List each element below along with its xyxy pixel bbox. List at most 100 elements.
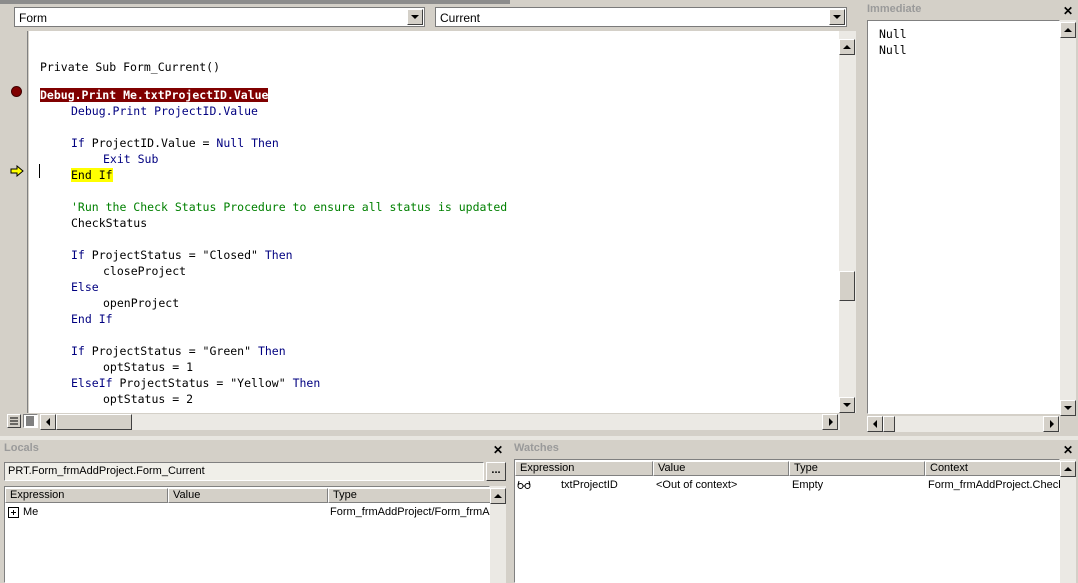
scroll-up-button[interactable] <box>839 39 855 55</box>
arrow-right-icon <box>1050 420 1054 428</box>
watches-col-context[interactable]: Context <box>925 461 1061 476</box>
code-line[interactable]: Private Sub Form_Current() <box>40 59 220 75</box>
immediate-title: Immediate <box>867 3 922 15</box>
code-line[interactable]: CheckStatus <box>71 215 147 231</box>
table-row[interactable]: txtProjectID <Out of context> Empty Form… <box>515 478 1061 493</box>
code-token: optStatus = 2 <box>103 392 194 406</box>
locals-grid: Expression Value Type Me Form_frmAddProj… <box>4 486 491 583</box>
table-row[interactable]: Me Form_frmAddProject/Form_frmAddProject <box>5 505 491 520</box>
code-line[interactable]: Debug.Print ProjectID.Value <box>71 103 258 119</box>
watches-row-context: Form_frmAddProject.CheckStatus <box>928 479 1061 491</box>
watches-row-expression: txtProjectID <box>561 479 618 491</box>
immediate-line: Null <box>879 43 907 57</box>
call-stack-button[interactable]: ... <box>486 462 506 481</box>
immediate-output: Null Null <box>879 26 907 58</box>
code-token: Then <box>251 136 279 150</box>
code-line[interactable]: optStatus = 2 <box>103 391 193 407</box>
object-combo-dropdown-button[interactable] <box>407 9 423 25</box>
scroll-up-button[interactable] <box>490 488 506 504</box>
arrow-up-icon <box>1064 28 1072 32</box>
locals-context-text: PRT.Form_frmAddProject.Form_Current <box>8 465 205 477</box>
scroll-left-button[interactable] <box>867 416 883 432</box>
watches-window: Watches ✕ Expression Value Type Context … <box>510 440 1078 583</box>
locals-vscrollbar[interactable] <box>490 486 506 583</box>
code-token: ProjectStatus = "Green" <box>84 344 258 358</box>
code-token: openProject <box>103 296 180 310</box>
code-hscrollbar[interactable] <box>40 414 840 430</box>
watch-glasses-icon <box>517 480 531 489</box>
scroll-up-button[interactable] <box>1060 22 1076 38</box>
code-line[interactable]: If ProjectStatus = "Closed" Then <box>71 247 293 263</box>
hscroll-thumb[interactable] <box>883 416 895 432</box>
locals-context-field: PRT.Form_frmAddProject.Form_Current <box>4 462 484 481</box>
code-vscrollbar[interactable] <box>839 31 856 413</box>
code-token: Debug.Print ProjectID.Value <box>71 104 258 118</box>
immediate-hscrollbar[interactable] <box>867 416 1060 432</box>
full-module-view-button[interactable] <box>23 414 38 428</box>
chevron-down-icon <box>411 15 419 19</box>
code-line[interactable]: End If <box>71 167 113 183</box>
hscroll-thumb[interactable] <box>56 414 132 430</box>
locals-close-button[interactable]: ✕ <box>492 444 504 456</box>
scroll-down-button[interactable] <box>839 397 855 413</box>
code-token: ElseIf <box>71 376 113 390</box>
scroll-left-button[interactable] <box>40 414 56 430</box>
watches-col-type[interactable]: Type <box>789 461 925 476</box>
object-combo-value: Form <box>19 11 47 25</box>
code-line[interactable]: openProject <box>103 295 179 311</box>
code-token: If <box>71 248 85 262</box>
code-line[interactable]: Exit Sub <box>103 151 158 167</box>
procedure-combo[interactable]: Current <box>435 7 847 27</box>
watches-col-value[interactable]: Value <box>653 461 789 476</box>
watches-row-value: <Out of context> <box>656 479 738 491</box>
immediate-close-button[interactable]: ✕ <box>1062 5 1074 17</box>
code-line[interactable]: ElseIf ProjectStatus = "Yellow" Then <box>71 375 320 391</box>
expand-icon[interactable] <box>8 507 19 518</box>
watches-grid: Expression Value Type Context txtProject… <box>514 459 1061 583</box>
code-line[interactable]: closeProject <box>103 263 186 279</box>
scroll-right-button[interactable] <box>822 414 838 430</box>
locals-col-expression[interactable]: Expression <box>5 488 168 503</box>
code-line[interactable]: Else <box>71 279 99 295</box>
locals-row-type: Form_frmAddProject/Form_frmAddProject <box>330 506 490 518</box>
arrow-down-icon <box>843 403 851 407</box>
arrow-left-icon <box>873 420 877 428</box>
immediate-pane[interactable]: Null Null <box>867 20 1060 414</box>
immediate-window: Immediate ✕ Null Null <box>863 0 1078 436</box>
locals-col-type[interactable]: Type <box>328 488 491 503</box>
code-line[interactable]: If ProjectStatus = "Green" Then <box>71 343 286 359</box>
code-token: Exit Sub <box>103 152 159 166</box>
scroll-up-button[interactable] <box>1060 461 1076 477</box>
scroll-thumb[interactable] <box>839 271 855 301</box>
object-combo[interactable]: Form <box>14 7 425 27</box>
code-line[interactable]: optStatus = 1 <box>103 359 193 375</box>
procedure-view-icon <box>10 417 18 425</box>
immediate-vscrollbar[interactable] <box>1060 20 1076 416</box>
scroll-right-button[interactable] <box>1043 416 1059 432</box>
code-line[interactable]: 'Run the Check Status Procedure to ensur… <box>71 199 507 215</box>
scroll-down-button[interactable] <box>1060 400 1076 416</box>
watches-vscrollbar[interactable] <box>1060 459 1076 583</box>
code-token: optStatus = 1 <box>103 360 194 374</box>
immediate-line: Null <box>879 27 907 41</box>
code-line[interactable]: End If <box>71 311 113 327</box>
code-token: Private Sub Form_Current() <box>40 60 221 74</box>
code-token: ProjectStatus = "Closed" <box>84 248 265 262</box>
code-token: End If <box>71 312 113 326</box>
code-line[interactable]: If ProjectID.Value = Null Then <box>71 135 279 151</box>
arrow-right-icon <box>829 418 833 426</box>
arrow-down-icon <box>1064 406 1072 410</box>
watches-close-button[interactable]: ✕ <box>1062 444 1074 456</box>
procedure-view-button[interactable] <box>7 414 21 428</box>
watches-col-expression[interactable]: Expression <box>515 461 653 476</box>
arrow-up-icon <box>494 494 502 498</box>
code-token: Debug.Print Me.txtProjectID.Value <box>40 88 269 102</box>
procedure-combo-dropdown-button[interactable] <box>829 9 845 25</box>
text-caret <box>39 164 40 178</box>
breakpoint-icon[interactable] <box>11 86 22 97</box>
code-token: CheckStatus <box>71 216 148 230</box>
call-stack-button-label: ... <box>491 464 501 476</box>
locals-col-value[interactable]: Value <box>168 488 328 503</box>
chevron-down-icon <box>833 15 841 19</box>
code-line[interactable]: Debug.Print Me.txtProjectID.Value <box>40 87 269 103</box>
